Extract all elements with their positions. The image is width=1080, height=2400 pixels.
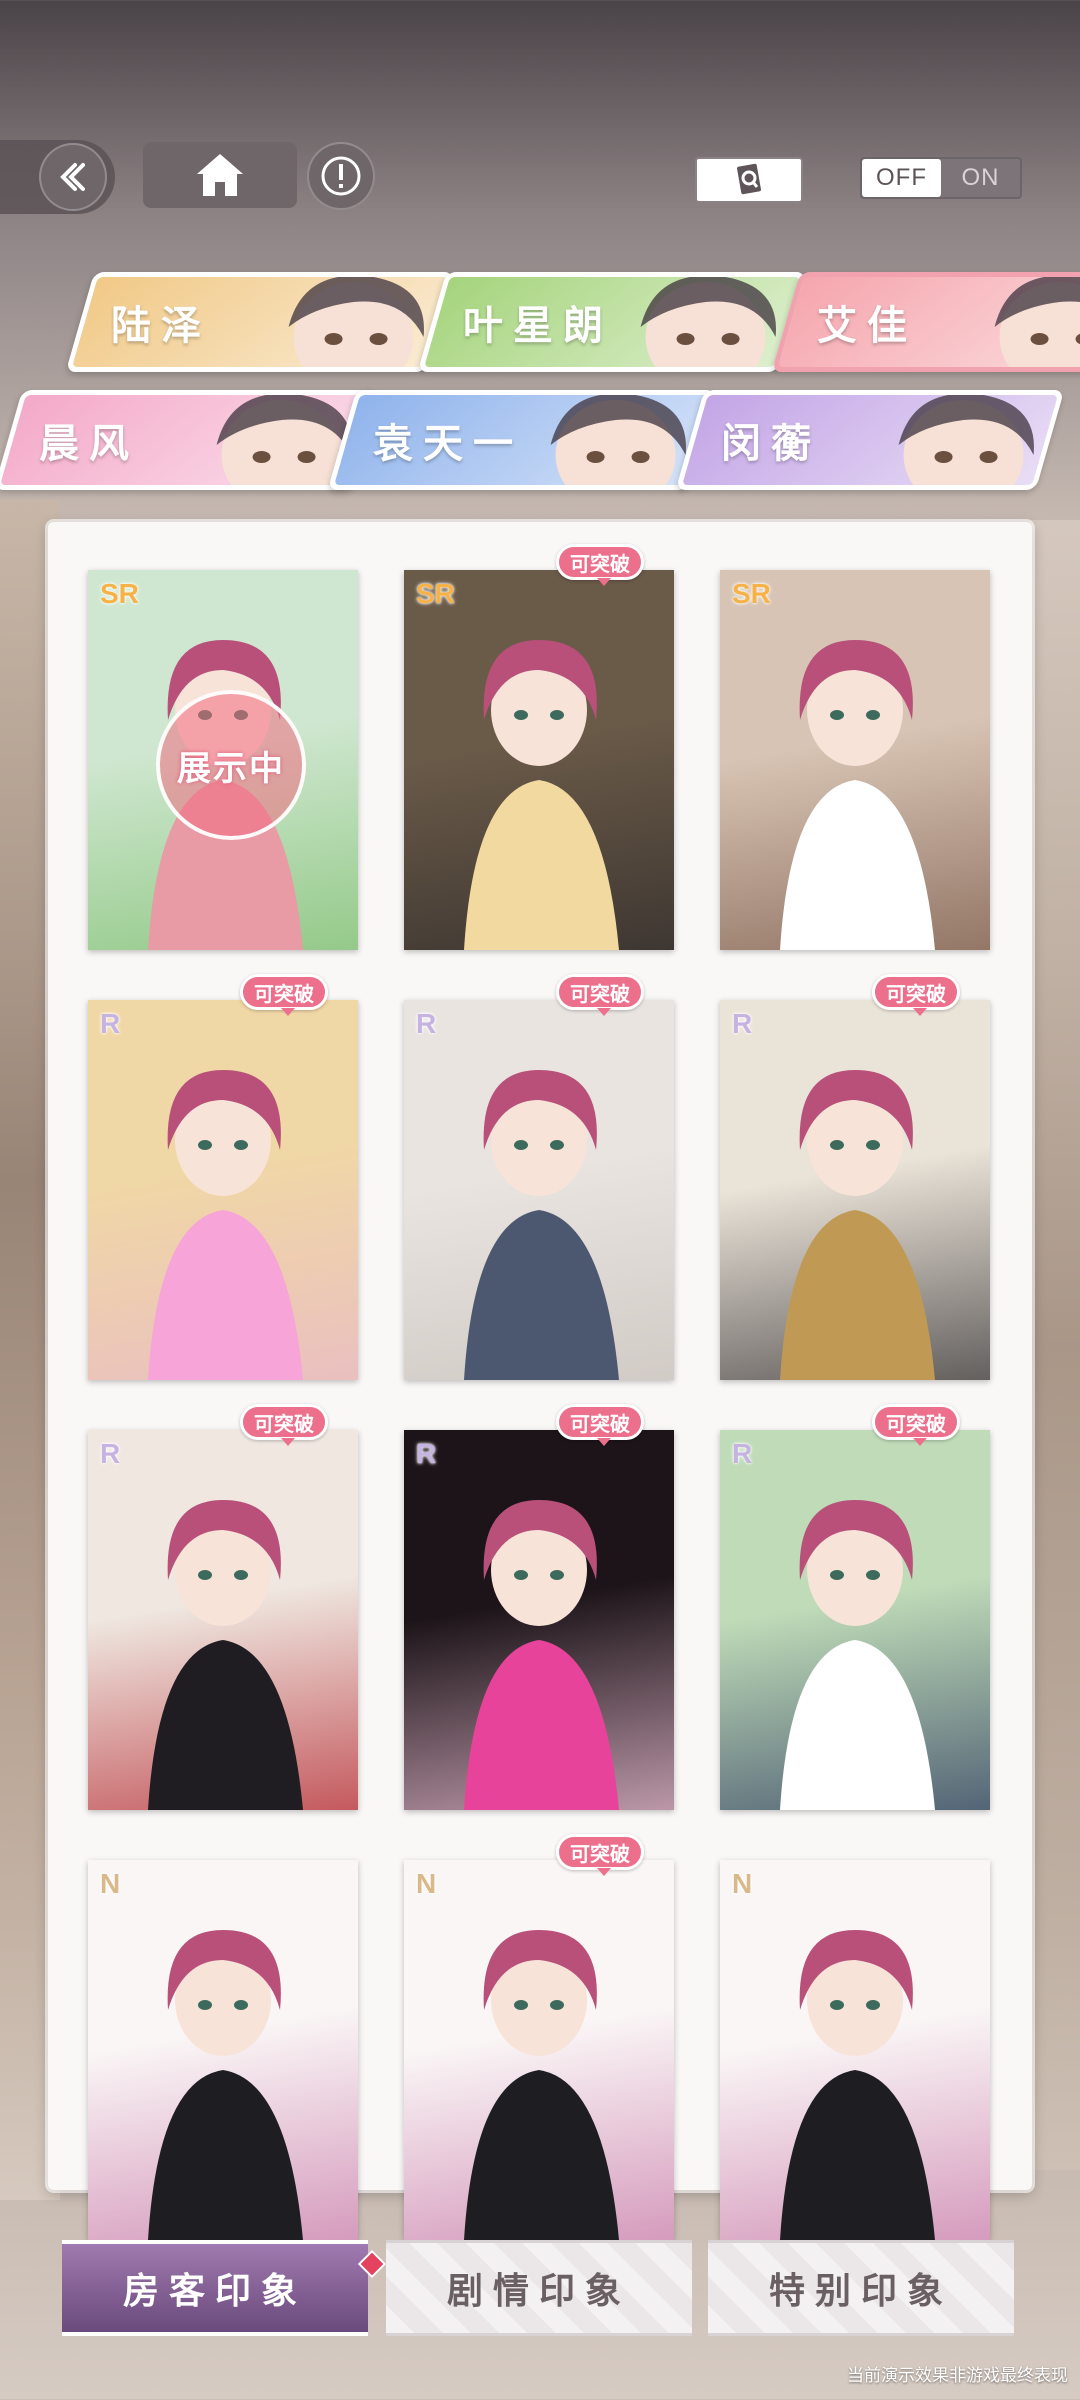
rarity-label: R xyxy=(416,1008,437,1039)
rarity-label: R xyxy=(416,1438,437,1469)
card-artwork xyxy=(780,640,935,950)
character-card[interactable]: R xyxy=(720,1000,990,1380)
disclaimer-text: 当前演示效果非游戏最终表现 xyxy=(847,2366,1068,2386)
character-card[interactable]: SR xyxy=(404,570,674,950)
rarity-label: SR xyxy=(100,578,139,609)
card-artwork xyxy=(148,1930,303,2240)
card-artwork xyxy=(148,1500,303,1810)
card-artwork xyxy=(464,1500,619,1810)
card-artwork xyxy=(148,1070,303,1380)
tab-label: 剧情印象 xyxy=(446,2271,631,2312)
character-card[interactable]: N xyxy=(720,1860,990,2240)
card-artwork xyxy=(464,1930,619,2240)
character-name: 晨风 xyxy=(39,421,139,467)
character-tab[interactable]: 艾佳 xyxy=(771,272,1080,372)
character-tab[interactable]: 闵蘅 xyxy=(675,390,1065,490)
rarity-label: N xyxy=(416,1868,437,1899)
character-name: 袁天一 xyxy=(373,421,523,467)
card-artwork xyxy=(780,1070,935,1380)
character-portrait xyxy=(244,272,444,372)
showing-stamp: 展示中 xyxy=(156,690,306,840)
character-name: 陆泽 xyxy=(111,303,211,349)
character-portrait xyxy=(506,390,706,490)
character-card[interactable]: R xyxy=(404,1430,674,1810)
character-name: 叶星朗 xyxy=(463,303,613,349)
home-icon xyxy=(197,154,243,196)
rarity-label: R xyxy=(732,1008,753,1039)
breakthrough-badge: 可突破 xyxy=(872,974,960,1016)
card-artwork xyxy=(780,1500,935,1810)
character-card[interactable]: N xyxy=(88,1860,358,2240)
character-card[interactable]: N xyxy=(404,1860,674,2240)
character-tab[interactable]: 陆泽 xyxy=(65,272,455,372)
tab-label: 房客印象 xyxy=(122,2271,307,2312)
breakthrough-badge: 可突破 xyxy=(556,1404,644,1446)
rarity-label: R xyxy=(732,1438,753,1469)
breakthrough-badge: 可突破 xyxy=(556,1834,644,1876)
on-off-toggle[interactable]: OFF ON xyxy=(860,157,1022,199)
back-icon xyxy=(39,143,107,211)
active-indicator-icon xyxy=(357,2249,387,2279)
character-card[interactable]: R xyxy=(88,1000,358,1380)
character-portrait xyxy=(950,272,1080,372)
card-artwork xyxy=(464,640,619,950)
character-tab[interactable]: 晨风 xyxy=(0,390,383,490)
character-card[interactable]: SR xyxy=(720,570,990,950)
tab-story-impression[interactable]: 剧情印象 xyxy=(386,2240,692,2336)
tab-special-impression[interactable]: 特别印象 xyxy=(708,2240,1014,2336)
character-card[interactable]: R xyxy=(88,1430,358,1810)
home-button[interactable] xyxy=(143,142,297,208)
card-panel: SR 展示中 SR 可突破 SR R 可突破 R 可突破 R 可突破 R 可突破 R 可突破 R 可突破 N N 可突… xyxy=(48,522,1032,2240)
rarity-label: R xyxy=(100,1008,121,1039)
breakthrough-badge: 可突破 xyxy=(240,974,328,1016)
rarity-label: SR xyxy=(732,578,771,609)
card-artwork xyxy=(464,1070,619,1380)
breakthrough-badge: 可突破 xyxy=(240,1404,328,1446)
character-name: 闵蘅 xyxy=(721,421,821,467)
tab-tenant-impression[interactable]: 房客印象 xyxy=(62,2240,387,2336)
character-card[interactable]: SR 展示中 xyxy=(88,570,358,950)
character-card[interactable]: R xyxy=(404,1000,674,1380)
rarity-label: R xyxy=(100,1438,121,1469)
tab-label: 特别印象 xyxy=(768,2271,953,2312)
character-portrait xyxy=(596,272,796,372)
exclamation-icon xyxy=(321,156,361,196)
rarity-label: N xyxy=(732,1868,753,1899)
card-search-icon xyxy=(737,163,761,195)
character-card[interactable]: R xyxy=(720,1430,990,1810)
back-button[interactable] xyxy=(0,140,115,214)
breakthrough-badge: 可突破 xyxy=(872,1404,960,1446)
character-tab[interactable]: 叶星朗 xyxy=(417,272,807,372)
breakthrough-badge: 可突破 xyxy=(556,544,644,586)
toggle-on-label[interactable]: ON xyxy=(941,159,1020,197)
card-view-button[interactable] xyxy=(695,157,803,203)
character-portrait xyxy=(854,390,1054,490)
card-artwork xyxy=(780,1930,935,2240)
toggle-off-label[interactable]: OFF xyxy=(862,159,941,197)
rarity-label: SR xyxy=(416,578,455,609)
info-button[interactable] xyxy=(307,142,375,210)
breakthrough-badge: 可突破 xyxy=(556,974,644,1016)
background-right xyxy=(1030,520,1080,2170)
character-name: 艾佳 xyxy=(817,303,917,349)
rarity-label: N xyxy=(100,1868,121,1899)
character-tab[interactable]: 袁天一 xyxy=(327,390,717,490)
